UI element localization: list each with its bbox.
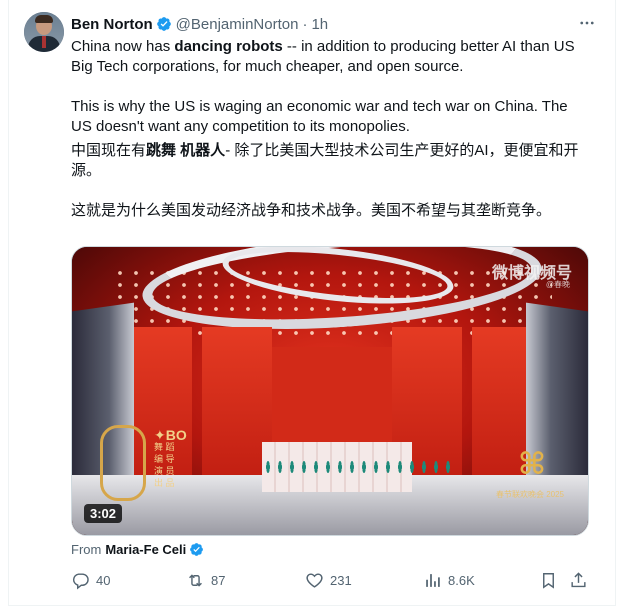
author-handle[interactable]: @BenjaminNorton [176,16,299,33]
share-button[interactable] [569,568,588,592]
verified-badge-icon [190,543,204,556]
reply-icon [72,572,89,589]
views-button[interactable]: 8.6K [423,568,475,592]
separator-dot: · [302,15,308,33]
like-count: 231 [330,572,352,588]
tweet-paragraph-3: 中国现在有跳舞 机器人- 除了比美国大型技术公司生产更好的AI，更便宜和开源。 [71,142,579,179]
avatar[interactable] [24,12,64,52]
repost-button[interactable]: 87 [186,568,225,592]
author-name[interactable]: Ben Norton [71,16,153,33]
tweet-card[interactable]: Ben Norton @BenjaminNorton · 1h China no… [8,0,616,606]
tweet-header: Ben Norton @BenjaminNorton · 1h [71,14,328,34]
video-duration: 3:02 [84,504,123,523]
share-icon [571,571,586,587]
video-source: From Maria-Fe Celi [71,542,204,557]
tweet-paragraph-2: This is why the US is waging an economic… [71,98,568,135]
like-button[interactable]: 231 [305,568,352,592]
repost-count: 87 [211,572,226,588]
video-watermark-sub: @春晚 [545,280,570,289]
video-player[interactable]: ✦BO 舞 蹈 编 导 演 员 出 品 ⌘ 春节联欢晚会 2025 微博视频号 … [71,246,589,536]
reply-button[interactable]: 40 [71,568,110,592]
bookmark-button[interactable] [539,568,558,592]
dancers-group [262,452,452,482]
action-bar: 40 87 231 8.6K [71,568,601,592]
from-label: From [71,542,102,557]
ornament-right: ⌘ [518,448,546,481]
verified-badge-icon [156,17,171,31]
heart-icon [306,572,323,588]
bookmark-icon [543,572,554,589]
corner-caption: 春节联欢晚会 2025 [495,490,564,499]
views-count: 8.6K [448,572,475,588]
tweet-paragraph-1: China now has dancing robots -- in addit… [71,38,575,75]
tweet-text: China now has dancing robots -- in addit… [71,37,591,221]
analytics-icon [426,573,440,587]
video-credit: ✦BO 舞 蹈 编 导 演 员 出 品 [154,427,187,488]
more-options-icon[interactable] [576,12,598,34]
reply-count: 40 [96,572,111,588]
repost-icon [189,573,202,587]
ornament-left [100,425,146,501]
timestamp[interactable]: 1h [311,16,328,33]
source-name[interactable]: Maria-Fe Celi [105,542,186,557]
tweet-paragraph-4: 这就是为什么美国发动经济战争和技术战争。美国不希望与其垄断竞争。 [71,202,552,219]
